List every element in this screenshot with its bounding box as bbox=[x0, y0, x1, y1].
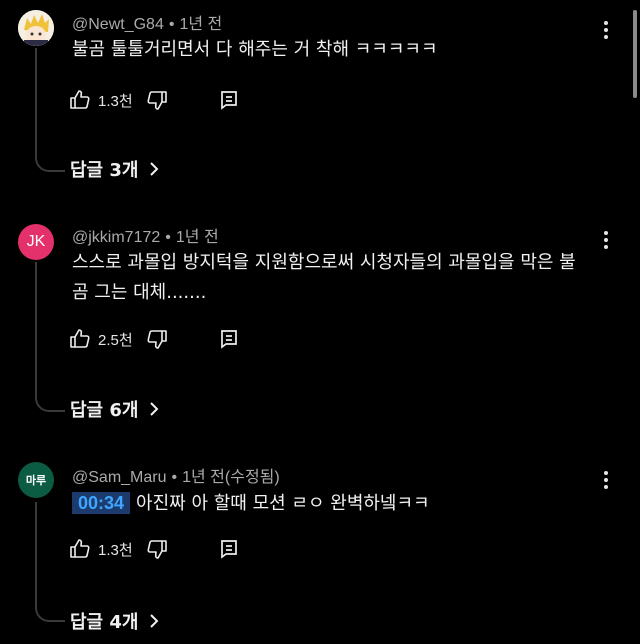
comment-time[interactable]: 1년 전 bbox=[176, 229, 219, 246]
more-vertical-icon[interactable] bbox=[596, 468, 616, 492]
replies-label: 답글 3개 bbox=[70, 160, 139, 181]
scrollbar[interactable] bbox=[633, 10, 637, 98]
avatar[interactable]: 마루 bbox=[18, 462, 54, 498]
avatar-initials: 마루 bbox=[25, 474, 47, 487]
comment-reply-icon[interactable] bbox=[217, 327, 241, 351]
comment-time[interactable]: 1년 전 bbox=[179, 16, 222, 33]
separator-dot: • bbox=[165, 229, 171, 246]
comment-reply-icon[interactable] bbox=[217, 88, 241, 112]
comment-item: @Newt_G84 • 1년 전 불곰 툴툴거리면서 다 해주는 거 착해 ㅋㅋㅋㅋ… bbox=[0, 0, 640, 200]
comment-text-row: 00:34 아진짜 아 할때 모션 ㄹㅇ 완벽하넼ㅋㅋ bbox=[72, 488, 592, 519]
thumbs-down-icon[interactable] bbox=[145, 537, 169, 561]
replies-button[interactable]: 답글 3개 bbox=[70, 156, 160, 182]
more-vertical-icon[interactable] bbox=[596, 18, 616, 42]
edited-label: (수정됨) bbox=[224, 469, 280, 486]
chevron-right-icon bbox=[150, 162, 159, 176]
comment-time[interactable]: 1년 전 bbox=[182, 469, 225, 486]
comment-actions: 1.3천 bbox=[68, 534, 241, 564]
comment-author[interactable]: @Sam_Maru bbox=[72, 469, 167, 486]
more-vertical-icon[interactable] bbox=[596, 228, 616, 252]
comment-actions: 1.3천 bbox=[68, 85, 241, 115]
thumbs-up-icon[interactable] bbox=[68, 88, 92, 112]
like-count: 1.3천 bbox=[98, 541, 133, 559]
separator-dot: • bbox=[171, 469, 178, 486]
replies-button[interactable]: 답글 6개 bbox=[70, 396, 160, 422]
separator-dot: • bbox=[168, 16, 175, 33]
comment-meta: @Newt_G84 • 1년 전 bbox=[72, 10, 222, 34]
comment-item: JK @jkkim7172 • 1년 전 스스로 과몰입 방지턱을 지원함으로써 시… bbox=[0, 220, 640, 430]
comment-actions: 2.5천 bbox=[68, 324, 241, 354]
thumbs-down-icon[interactable] bbox=[145, 88, 169, 112]
comment-text: 스스로 과몰입 방지턱을 지원함으로써 시청자들의 과몰입을 막은 불곰 그는 … bbox=[72, 252, 576, 303]
avatar-initials: JK bbox=[26, 233, 46, 250]
comment-text: 아진짜 아 할때 모션 ㄹㅇ 완벽하넼ㅋㅋ bbox=[136, 493, 430, 514]
comment-author[interactable]: @Newt_G84 bbox=[72, 16, 164, 33]
comment-author[interactable]: @jkkim7172 bbox=[72, 229, 160, 246]
avatar[interactable] bbox=[18, 10, 54, 46]
comment-text: 불곰 툴툴거리면서 다 해주는 거 착해 ㅋㅋㅋㅋㅋ bbox=[72, 39, 438, 60]
replies-label: 답글 6개 bbox=[70, 400, 139, 421]
comment-item: 마루 @Sam_Maru • 1년 전(수정됨) 00:34 아진짜 아 할때 모션 … bbox=[0, 460, 640, 644]
thumbs-down-icon[interactable] bbox=[145, 327, 169, 351]
avatar-illustration bbox=[18, 10, 54, 46]
replies-button[interactable]: 답글 4개 bbox=[70, 608, 160, 634]
thumbs-up-icon[interactable] bbox=[68, 537, 92, 561]
like-count: 1.3천 bbox=[98, 92, 133, 110]
replies-label: 답글 4개 bbox=[70, 612, 139, 633]
thread-line bbox=[35, 48, 65, 172]
thumbs-up-icon[interactable] bbox=[68, 327, 92, 351]
like-count: 2.5천 bbox=[98, 331, 133, 349]
comment-meta: @Sam_Maru • 1년 전(수정됨) bbox=[72, 463, 280, 487]
avatar[interactable]: JK bbox=[18, 224, 54, 260]
chevron-right-icon bbox=[150, 614, 159, 628]
timestamp-link[interactable]: 00:34 bbox=[72, 492, 131, 514]
chevron-right-icon bbox=[150, 402, 159, 416]
comment-meta: @jkkim7172 • 1년 전 bbox=[72, 223, 219, 247]
comment-reply-icon[interactable] bbox=[217, 537, 241, 561]
thread-line bbox=[35, 262, 65, 412]
thread-line bbox=[35, 502, 65, 622]
